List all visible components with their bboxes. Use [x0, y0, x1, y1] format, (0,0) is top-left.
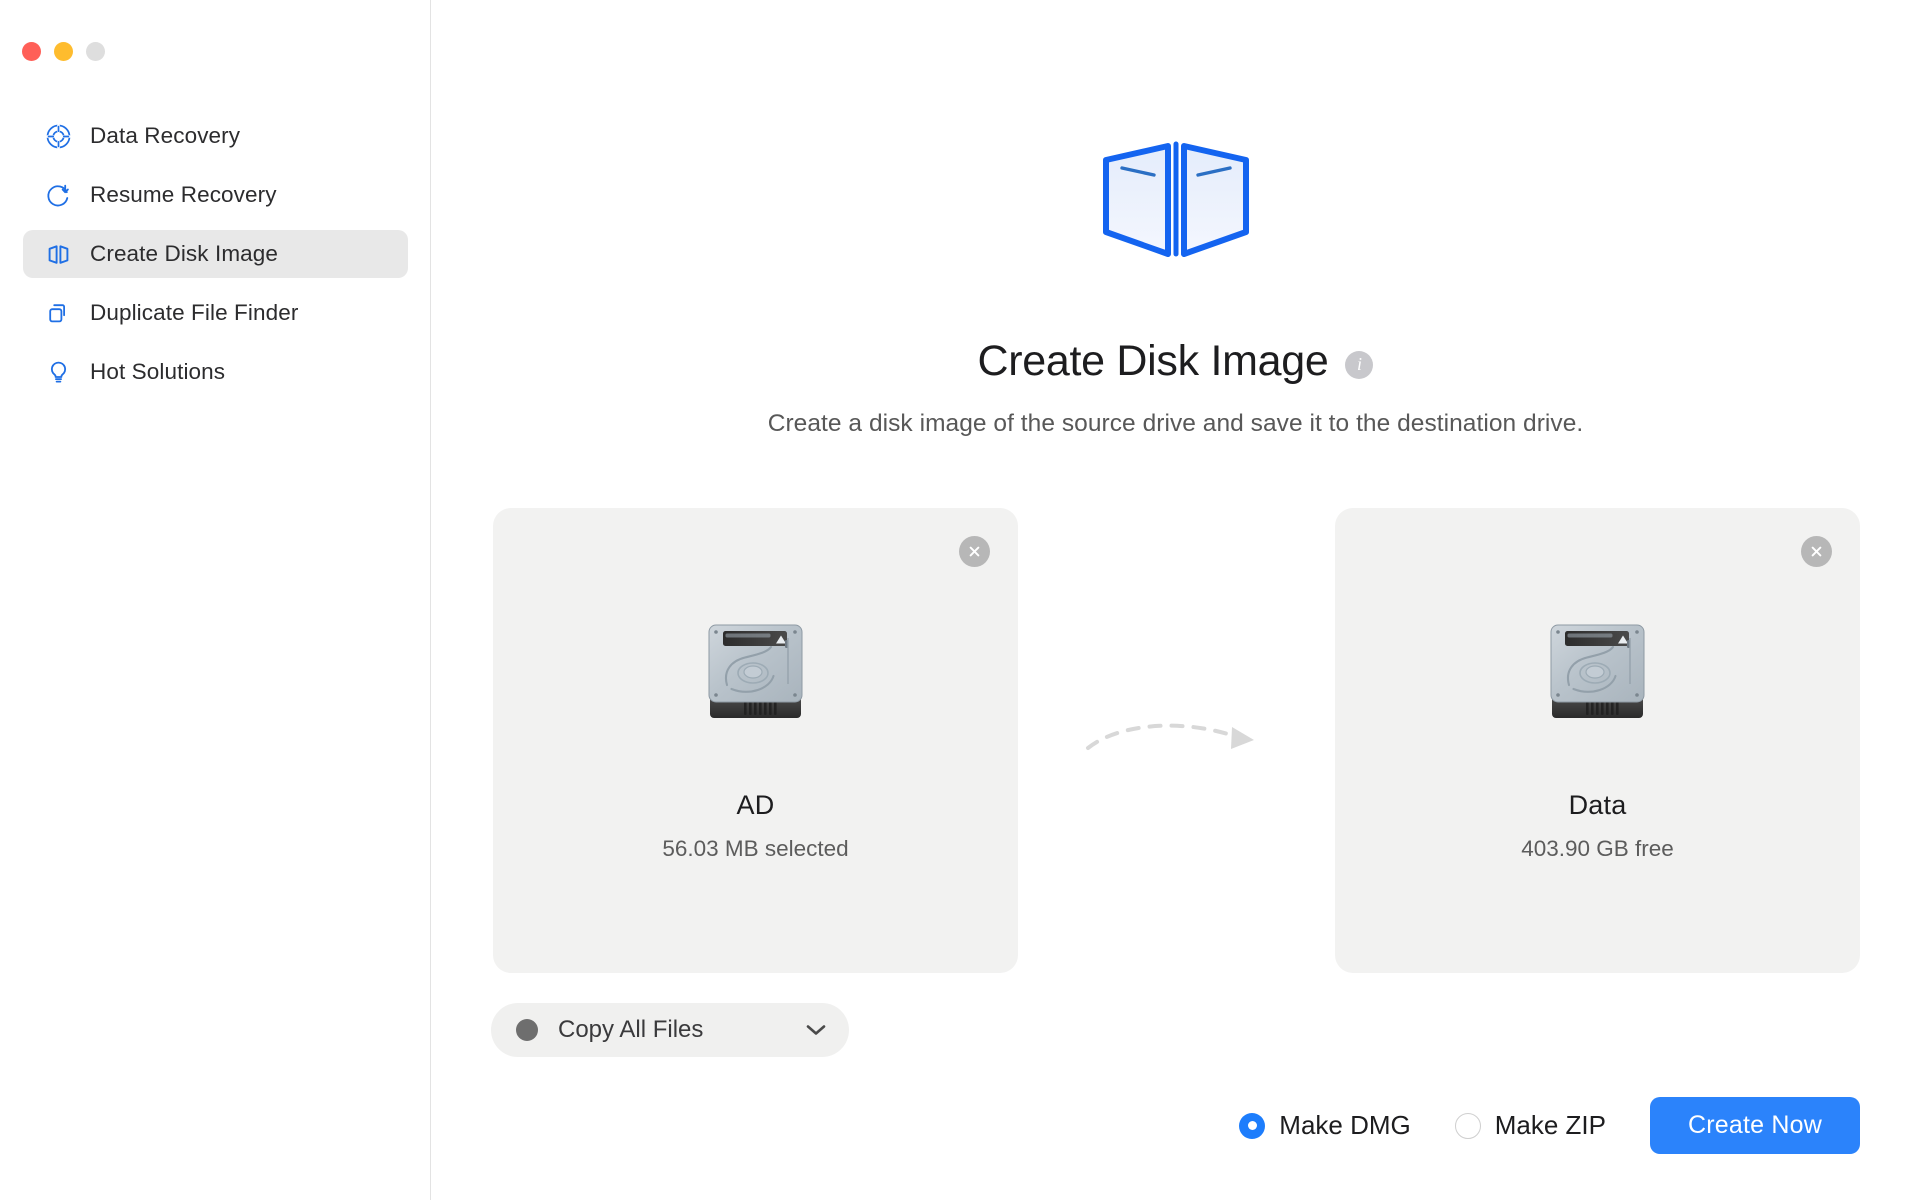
- drive-cards: AD 56.03 MB selected Data 403.90 GB free: [493, 508, 1860, 973]
- disk-image-logo-icon: [1100, 138, 1252, 263]
- disk-image-icon: [45, 241, 72, 268]
- dashed-curved-arrow-right-icon: [1085, 723, 1254, 750]
- sidebar: Data Recovery Resume Recovery Create Dis…: [0, 0, 431, 1200]
- transfer-arrow: [1018, 508, 1335, 973]
- destination-drive-detail: 403.90 GB free: [1521, 836, 1674, 861]
- lightbulb-icon: [45, 359, 72, 386]
- sidebar-item-label: Data Recovery: [90, 123, 241, 148]
- footer-actions: Make DMG Make ZIP Create Now: [1239, 1097, 1860, 1154]
- source-drive-name: AD: [736, 790, 775, 820]
- remove-destination-drive-button[interactable]: [1801, 536, 1832, 567]
- hard-drive-icon: [1545, 618, 1650, 725]
- info-icon[interactable]: i: [1345, 350, 1374, 379]
- sidebar-item-create-disk-image[interactable]: Create Disk Image: [23, 230, 408, 278]
- sidebar-item-label: Create Disk Image: [90, 241, 279, 266]
- sidebar-item-hot-solutions[interactable]: Hot Solutions: [23, 348, 408, 396]
- destination-drive-name: Data: [1568, 790, 1627, 820]
- sidebar-item-label: Duplicate File Finder: [90, 300, 299, 325]
- radio-zip-indicator[interactable]: [1454, 1112, 1481, 1139]
- sidebar-item-data-recovery[interactable]: Data Recovery: [23, 112, 408, 160]
- source-drive-card[interactable]: AD 56.03 MB selected: [493, 508, 1018, 973]
- sidebar-nav: Data Recovery Resume Recovery Create Dis…: [23, 112, 408, 396]
- sidebar-item-label: Hot Solutions: [90, 359, 226, 384]
- page-title-row: Create Disk Image i: [431, 337, 1920, 386]
- traffic-lights: [22, 42, 105, 61]
- destination-drive-card[interactable]: Data 403.90 GB free: [1335, 508, 1860, 973]
- source-drive-detail: 56.03 MB selected: [662, 836, 849, 861]
- sidebar-item-resume-recovery[interactable]: Resume Recovery: [23, 171, 408, 219]
- radio-option-make-dmg[interactable]: Make DMG: [1239, 1110, 1411, 1141]
- minimize-window-button[interactable]: [54, 42, 73, 61]
- page-title: Create Disk Image: [977, 337, 1329, 385]
- hard-drive-icon: [703, 618, 808, 725]
- radio-option-make-zip[interactable]: Make ZIP: [1454, 1110, 1606, 1141]
- main-content: Create Disk Image i Create a disk image …: [431, 0, 1920, 1200]
- zoom-window-button[interactable]: [86, 42, 105, 61]
- copy-mode-select[interactable]: Copy All Files: [491, 1003, 849, 1057]
- refresh-down-icon: [45, 182, 72, 209]
- sidebar-item-label: Resume Recovery: [90, 182, 277, 207]
- copy-mode-value: Copy All Files: [558, 1016, 704, 1043]
- target-icon: [45, 123, 72, 150]
- create-now-button[interactable]: Create Now: [1650, 1097, 1860, 1154]
- page-subtitle: Create a disk image of the source drive …: [767, 410, 1584, 437]
- close-window-button[interactable]: [22, 42, 41, 61]
- radio-dmg-indicator[interactable]: [1239, 1112, 1266, 1139]
- chevron-down-icon: [805, 1023, 827, 1037]
- copy-files-icon: [45, 300, 72, 327]
- radio-dmg-label: Make DMG: [1279, 1110, 1411, 1140]
- radio-zip-label: Make ZIP: [1494, 1110, 1606, 1140]
- sidebar-item-duplicate-file-finder[interactable]: Duplicate File Finder: [23, 289, 408, 337]
- app-window: Data Recovery Resume Recovery Create Dis…: [0, 0, 1920, 1200]
- remove-source-drive-button[interactable]: [959, 536, 990, 567]
- filled-circle-icon: [516, 1019, 538, 1041]
